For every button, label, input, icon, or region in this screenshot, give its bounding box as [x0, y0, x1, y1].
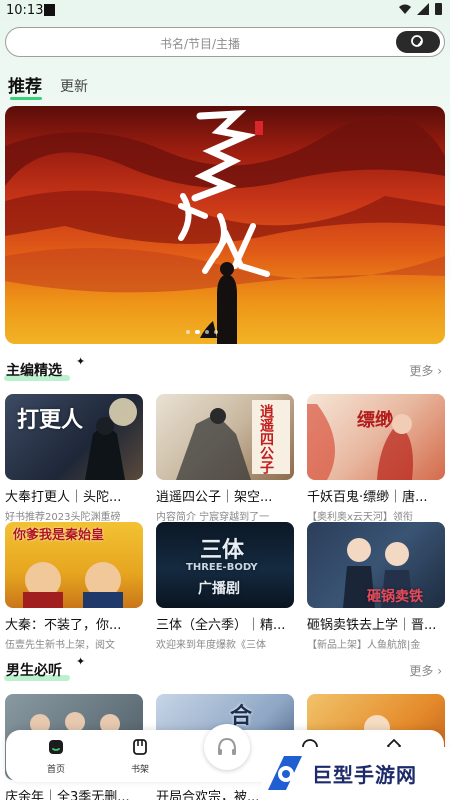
bookshelf-icon — [133, 739, 147, 755]
cover-title: 缥缈 — [357, 410, 393, 431]
book-subtitle: 好书推荐2023头陀渊重磅 — [5, 512, 121, 523]
notification-icon — [44, 4, 55, 16]
section-title: 主编精选 — [6, 363, 62, 379]
section-male-must-listen-header: 男生必听 ✦ 更多 › — [0, 655, 450, 684]
site-watermark: 巨型手游网 — [262, 747, 450, 800]
banner-dot[interactable] — [214, 330, 218, 334]
tab-recommend[interactable]: 推荐 — [8, 72, 42, 97]
cover-title: 三体 — [200, 538, 245, 563]
search-icon — [411, 35, 423, 47]
section-title: 男生必听 — [6, 663, 62, 679]
status-bar: 10:13 — [0, 0, 450, 22]
cover-tag: 广播剧 — [198, 581, 240, 597]
book-cover: 打更人 — [5, 394, 143, 480]
book-subtitle: 【新品上架】人鱼航旅|金 — [307, 640, 421, 651]
banner-artwork — [5, 109, 445, 344]
cover-title: 你爹我是秦始皇 — [13, 528, 105, 543]
book-card[interactable]: 砸锅卖铁 砸锅卖铁去上学｜晋... 【新品上架】人鱼航旅|金 — [307, 522, 445, 651]
watermark-logo-icon — [268, 755, 302, 790]
book-cover: 三体 THREE-BODY 广播剧 — [156, 522, 294, 608]
book-card[interactable]: 逍遥四公子 逍遥四公子｜架空... 内容简介 宁宸穿越到了一 — [156, 394, 294, 523]
status-time: 10:13 — [6, 3, 44, 18]
watermark-text: 巨型手游网 — [312, 763, 417, 787]
tab-active-indicator — [10, 97, 42, 100]
book-subtitle: 【奥利奥x云天河】领衔 — [307, 512, 413, 523]
book-subtitle: 伍壹先生新书上架，阅文 — [5, 640, 115, 651]
cover-title: 砸锅卖铁 — [367, 589, 423, 605]
cover-title: 逍遥四公子 — [258, 404, 274, 474]
search-button[interactable] — [396, 31, 440, 53]
home-icon — [49, 740, 63, 754]
book-cover: 逍遥四公子 — [156, 394, 294, 480]
book-cover: 缥缈 — [307, 394, 445, 480]
nav-home[interactable]: 首页 — [36, 738, 76, 775]
section-editors-picks-header: 主编精选 ✦ 更多 › — [0, 355, 450, 384]
banner-dot[interactable] — [186, 330, 190, 334]
book-card[interactable]: 三体 THREE-BODY 广播剧 三体（全六季）｜精... 欢迎来到年度爆款《… — [156, 522, 294, 651]
book-title: 大奉打更人｜头陀... — [5, 490, 122, 505]
book-cover: 你爹我是秦始皇 — [5, 522, 143, 608]
cover-subtitle: THREE-BODY — [186, 562, 258, 573]
search-input[interactable]: 书名/节目/主播 — [5, 27, 445, 57]
book-title: 大秦：不装了，你... — [5, 618, 122, 633]
wifi-icon — [399, 4, 411, 14]
sparkle-icon: ✦ — [76, 355, 86, 368]
book-subtitle: 内容简介 宁宸穿越到了一 — [156, 512, 270, 523]
signal-icon — [417, 3, 429, 15]
nav-player[interactable] — [204, 724, 250, 770]
book-title: 千妖百鬼·缥缈｜唐... — [307, 490, 428, 505]
banner-carousel[interactable] — [5, 106, 445, 344]
battery-icon — [435, 3, 442, 15]
book-subtitle: 欢迎来到年度爆款《三体 — [156, 640, 266, 651]
banner-dot-active[interactable] — [195, 330, 200, 334]
search-placeholder: 书名/节目/主播 — [159, 37, 241, 51]
nav-home-label: 首页 — [46, 765, 65, 775]
headphones-icon — [218, 737, 236, 755]
status-icons — [399, 3, 442, 15]
book-card[interactable]: 缥缈 千妖百鬼·缥缈｜唐... 【奥利奥x云天河】领衔 — [307, 394, 445, 523]
book-title: 三体（全六季）｜精... — [156, 618, 286, 633]
nav-bookshelf[interactable]: 书架 — [120, 738, 160, 775]
more-link[interactable]: 更多 › — [409, 662, 442, 679]
banner-dot[interactable] — [205, 330, 209, 334]
book-title: 逍遥四公子｜架空... — [156, 490, 273, 505]
nav-bookshelf-label: 书架 — [130, 765, 149, 775]
tab-updates[interactable]: 更新 — [60, 76, 88, 96]
sparkle-icon: ✦ — [76, 655, 86, 668]
book-card[interactable]: 你爹我是秦始皇 大秦：不装了，你... 伍壹先生新书上架，阅文 — [5, 522, 143, 651]
book-cover: 砸锅卖铁 — [307, 522, 445, 608]
cover-title: 打更人 — [17, 408, 84, 433]
book-title: 庆余年｜全3季无删... — [5, 790, 130, 800]
banner-pagination — [186, 330, 218, 334]
book-title: 砸锅卖铁去上学｜晋... — [307, 618, 437, 633]
book-card[interactable]: 打更人 大奉打更人｜头陀... 好书推荐2023头陀渊重磅 — [5, 394, 143, 523]
more-link[interactable]: 更多 › — [409, 362, 442, 379]
